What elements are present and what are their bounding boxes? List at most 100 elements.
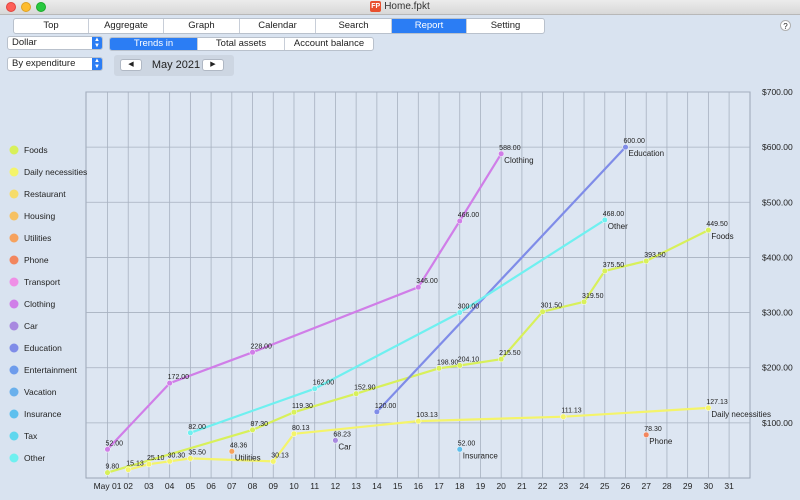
x-tick-label: 29: [683, 481, 693, 491]
data-label: 35.50: [188, 449, 206, 456]
x-tick-label: May 01: [94, 481, 122, 491]
data-point: [104, 469, 111, 476]
series-end-label: Clothing: [504, 156, 533, 165]
data-label: 172.00: [168, 374, 190, 381]
data-label: 393.50: [644, 252, 666, 259]
x-tick-label: 20: [496, 481, 506, 491]
legend-swatch: [9, 233, 19, 243]
data-label: 468.00: [603, 211, 625, 218]
x-tick-label: 27: [641, 481, 651, 491]
legend-swatch: [9, 409, 19, 419]
data-point: [622, 144, 629, 151]
data-point: [332, 437, 339, 444]
data-label: 30.13: [271, 452, 289, 459]
data-label: 588.00: [499, 145, 521, 152]
series-end-label: Daily necessities: [711, 410, 771, 419]
series-end-label: Other: [608, 222, 628, 231]
data-label: 215.50: [499, 350, 521, 357]
data-point: [353, 390, 360, 397]
series-end-label: Education: [629, 149, 665, 158]
data-point: [415, 418, 422, 425]
data-label: 30.30: [168, 452, 186, 459]
data-point: [290, 430, 298, 437]
data-point: [601, 216, 608, 223]
legend-swatch: [9, 321, 19, 331]
data-point: [249, 349, 256, 356]
legend-swatch: [9, 431, 19, 441]
legend-label: Phone: [24, 255, 49, 265]
data-point: [560, 413, 567, 420]
legend-swatch: [9, 299, 19, 309]
data-point: [270, 458, 277, 465]
x-tick-label: 14: [372, 481, 382, 491]
data-point: [601, 267, 608, 274]
x-tick-label: 28: [662, 481, 672, 491]
data-label: 204.10: [458, 356, 480, 363]
x-tick-label: 17: [434, 481, 444, 491]
data-label: 300.00: [458, 304, 480, 311]
y-tick-label: $500.00: [762, 197, 793, 207]
data-label: 466.00: [458, 212, 480, 219]
data-label: 449.50: [706, 221, 728, 228]
data-point: [249, 426, 256, 433]
data-point: [166, 458, 173, 465]
legend-label: Other: [24, 453, 45, 463]
x-tick-label: 16: [414, 481, 424, 491]
x-tick-label: 09: [269, 481, 279, 491]
data-point: [705, 227, 712, 234]
y-tick-label: $400.00: [762, 252, 793, 262]
data-point: [643, 257, 650, 265]
data-label: 78.30: [644, 426, 662, 433]
data-point: [456, 309, 463, 316]
legend-label: Utilities: [24, 233, 51, 243]
x-tick-label: 03: [144, 481, 154, 491]
y-tick-label: $600.00: [762, 142, 793, 152]
x-tick-label: 18: [455, 481, 465, 491]
data-point: [498, 356, 505, 363]
data-point: [456, 362, 463, 369]
series-end-label: Foods: [711, 232, 733, 241]
data-label: 80.13: [292, 425, 310, 432]
legend-label: Entertainment: [24, 365, 78, 375]
data-point: [187, 429, 194, 436]
x-tick-label: 26: [621, 481, 631, 491]
data-label: 301.50: [541, 303, 563, 310]
series-end-label: Utilities: [235, 453, 261, 462]
legend-label: Tax: [24, 431, 38, 441]
data-label: 111.13: [561, 408, 581, 415]
data-label: 87.30: [251, 421, 269, 428]
data-point: [539, 308, 546, 315]
x-tick-label: 02: [123, 481, 133, 491]
data-label: 9.80: [106, 464, 120, 471]
data-label: 600.00: [624, 138, 646, 145]
data-label: 52.00: [458, 440, 476, 447]
data-point: [311, 385, 318, 392]
data-label: 48.36: [230, 442, 248, 449]
data-label: 162.00: [313, 380, 335, 387]
series-end-label: Phone: [649, 437, 673, 446]
data-label: 346.00: [416, 278, 438, 285]
legend-swatch: [9, 365, 19, 375]
x-tick-label: 22: [538, 481, 548, 491]
legend-label: Vacation: [24, 387, 57, 397]
series-end-label: Insurance: [463, 451, 499, 460]
legend-swatch: [9, 189, 19, 199]
y-tick-label: $100.00: [762, 418, 793, 428]
x-tick-label: 25: [600, 481, 610, 491]
legend-label: Housing: [24, 211, 55, 221]
data-point: [643, 431, 650, 438]
legend-swatch: [9, 211, 19, 221]
data-point: [125, 466, 132, 473]
legend-swatch: [9, 145, 19, 155]
data-point: [705, 404, 712, 411]
x-tick-label: 23: [559, 481, 569, 491]
series-end-label: Car: [338, 442, 351, 451]
data-label: 319.50: [582, 293, 604, 300]
legend-swatch: [9, 343, 19, 353]
data-point: [456, 217, 463, 225]
data-point: [104, 446, 111, 453]
x-tick-label: 05: [186, 481, 196, 491]
legend-swatch: [9, 167, 19, 177]
data-label: 120.00: [375, 403, 397, 410]
data-label: 119.30: [292, 403, 313, 410]
